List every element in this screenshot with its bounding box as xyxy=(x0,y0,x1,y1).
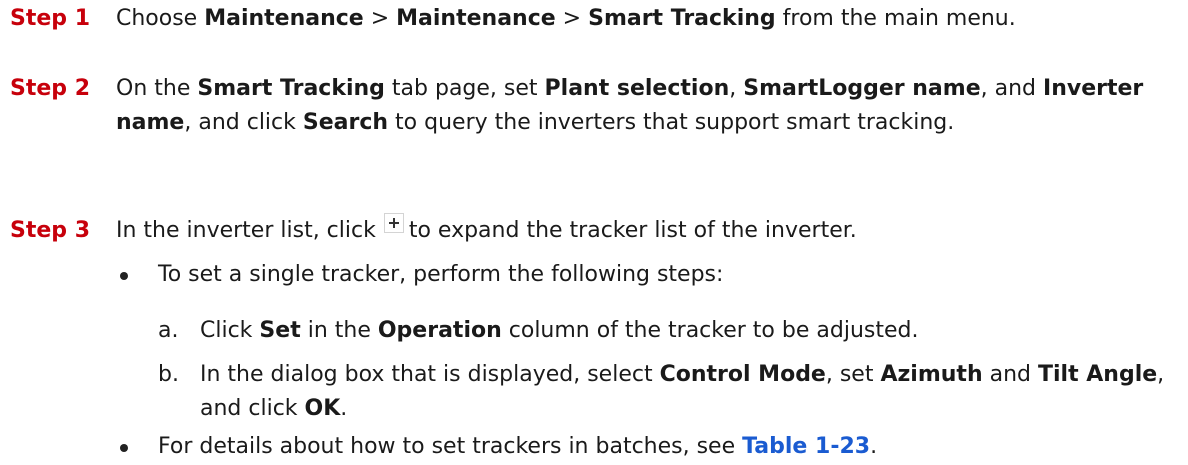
text-run: to expand the tracker list of the invert… xyxy=(408,218,857,243)
field-name: Tilt Angle xyxy=(1038,362,1158,387)
text-run: . xyxy=(340,396,348,421)
field-name: Control Mode xyxy=(659,362,826,387)
step-text: In the inverter list, click to expand the… xyxy=(116,213,1168,248)
column-name: Operation xyxy=(377,318,502,343)
text-run: On the xyxy=(116,76,198,101)
table-reference-link[interactable]: Table 1-23 xyxy=(742,434,870,459)
menu-name: Maintenance xyxy=(396,6,556,31)
bullet-text: To set a single tracker, perform the fol… xyxy=(158,262,724,287)
text-run: , xyxy=(729,76,744,101)
button-name: Search xyxy=(302,110,389,135)
substep-text: Click Set in the Operation column of the… xyxy=(200,314,918,348)
field-name: Azimuth xyxy=(880,362,983,387)
menu-name: Maintenance xyxy=(204,6,364,31)
substep-a: a. Click Set in the Operation column of … xyxy=(158,314,1168,348)
step-label: Step 2 xyxy=(10,76,90,101)
plus-icon xyxy=(383,213,404,233)
text-run: , set xyxy=(825,362,881,387)
text-run: Choose xyxy=(116,6,205,31)
substep-b: b. In the dialog box that is displayed, … xyxy=(158,358,1168,426)
text-run: column of the tracker to be adjusted. xyxy=(501,318,919,343)
text-run: In the dialog box that is displayed, sel… xyxy=(200,362,660,387)
step-label: Step 3 xyxy=(10,218,90,243)
step-text: Choose Maintenance > Maintenance > Smart… xyxy=(116,2,1168,36)
text-run: > xyxy=(363,6,397,31)
button-name: Set xyxy=(259,318,301,343)
text-run: > xyxy=(555,6,589,31)
bullet-text: For details about how to set trackers in… xyxy=(158,430,877,464)
field-name: Plant selection xyxy=(544,76,730,101)
text-run: In the inverter list, click xyxy=(116,218,376,243)
text-run: . xyxy=(870,434,878,459)
substep-marker: a. xyxy=(158,318,179,343)
step-3: Step 3 In the inverter list, click to exp… xyxy=(10,213,1168,248)
step-label: Step 1 xyxy=(10,6,90,31)
step-2: Step 2 On the Smart Tracking tab page, s… xyxy=(10,72,1168,140)
text-run: , and xyxy=(980,76,1044,101)
bullet-dot-icon xyxy=(116,430,158,464)
bullet-dot-icon xyxy=(116,258,158,292)
bullet-item: To set a single tracker, perform the fol… xyxy=(116,258,1168,292)
button-name: OK xyxy=(304,396,341,421)
text-run: For details about how to set trackers in… xyxy=(158,434,743,459)
substep-marker: b. xyxy=(158,362,179,387)
text-run: in the xyxy=(300,318,378,343)
text-run: , and click xyxy=(184,110,303,135)
text-run: tab page, set xyxy=(384,76,545,101)
text-run: and xyxy=(982,362,1038,387)
text-run: Click xyxy=(200,318,260,343)
text-run: from the main menu. xyxy=(775,6,1016,31)
text-run: to query the inverters that support smar… xyxy=(388,110,955,135)
menu-name: Smart Tracking xyxy=(588,6,776,31)
field-name: SmartLogger name xyxy=(743,76,981,101)
step-text: On the Smart Tracking tab page, set Plan… xyxy=(116,72,1168,140)
bullet-item: For details about how to set trackers in… xyxy=(116,430,1168,464)
substep-text: In the dialog box that is displayed, sel… xyxy=(200,358,1168,426)
step-1: Step 1 Choose Maintenance > Maintenance … xyxy=(10,2,1168,36)
tab-name: Smart Tracking xyxy=(197,76,385,101)
